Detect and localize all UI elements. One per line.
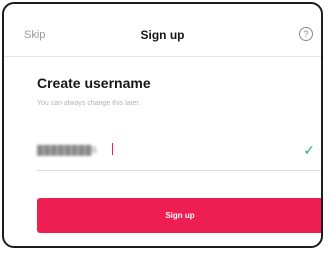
- checkmark-icon: ✓: [303, 142, 315, 158]
- text-cursor: [112, 143, 113, 155]
- helper-text: You can always change this later.: [37, 100, 141, 107]
- create-username-heading: Create username: [37, 75, 151, 91]
- username-value: ████████6: [37, 145, 98, 155]
- help-icon[interactable]: ?: [299, 27, 313, 41]
- page-title: Sign up: [140, 28, 185, 42]
- top-bar: Skip Sign up ?: [4, 4, 321, 57]
- signup-screen: Skip Sign up ? Create username You can a…: [2, 2, 323, 248]
- sign-up-button[interactable]: Sign up: [37, 198, 321, 233]
- username-input[interactable]: ████████6 ✓: [37, 137, 321, 171]
